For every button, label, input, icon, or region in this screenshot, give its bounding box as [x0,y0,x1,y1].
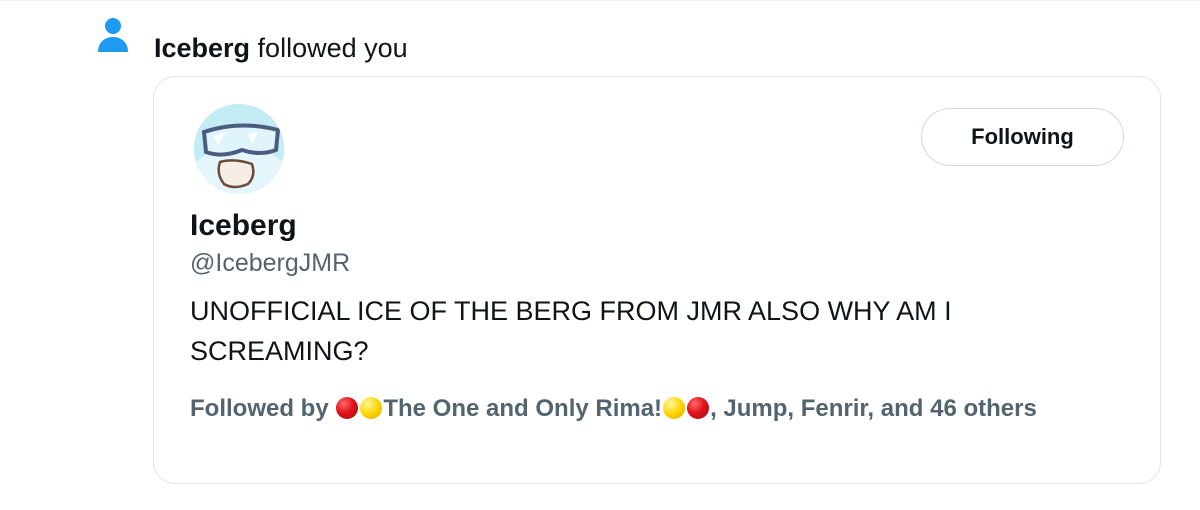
notification-actor[interactable]: Iceberg [154,33,250,63]
notification-text: Iceberg followed you [154,31,408,65]
yellow-circle-emoji-icon [663,397,686,419]
followed-by-rest: , Jump, Fenrir, and 46 others [710,395,1037,422]
followed-by-text[interactable]: Followed by The One and Only Rima! , Jump… [190,393,1110,425]
follow-notification[interactable]: Iceberg followed you [96,12,408,76]
followed-by-prefix: Followed by [190,395,336,422]
user-card[interactable]: Following Iceberg @IcebergJMR UNOFFICIAL… [153,76,1161,484]
red-circle-emoji-icon [336,397,359,419]
red-circle-emoji-icon [687,397,710,419]
following-button[interactable]: Following [921,108,1124,166]
user-handle[interactable]: @IcebergJMR [190,247,350,279]
person-icon [96,16,130,56]
display-name[interactable]: Iceberg [190,207,297,245]
followed-by-friend-1: The One and Only Rima! [383,395,663,422]
yellow-circle-emoji-icon [360,397,383,419]
goggles-avatar[interactable] [194,104,284,194]
notification-action: followed you [250,33,408,63]
top-divider [0,0,1200,1]
user-bio: UNOFFICIAL ICE OF THE BERG FROM JMR ALSO… [190,296,952,366]
